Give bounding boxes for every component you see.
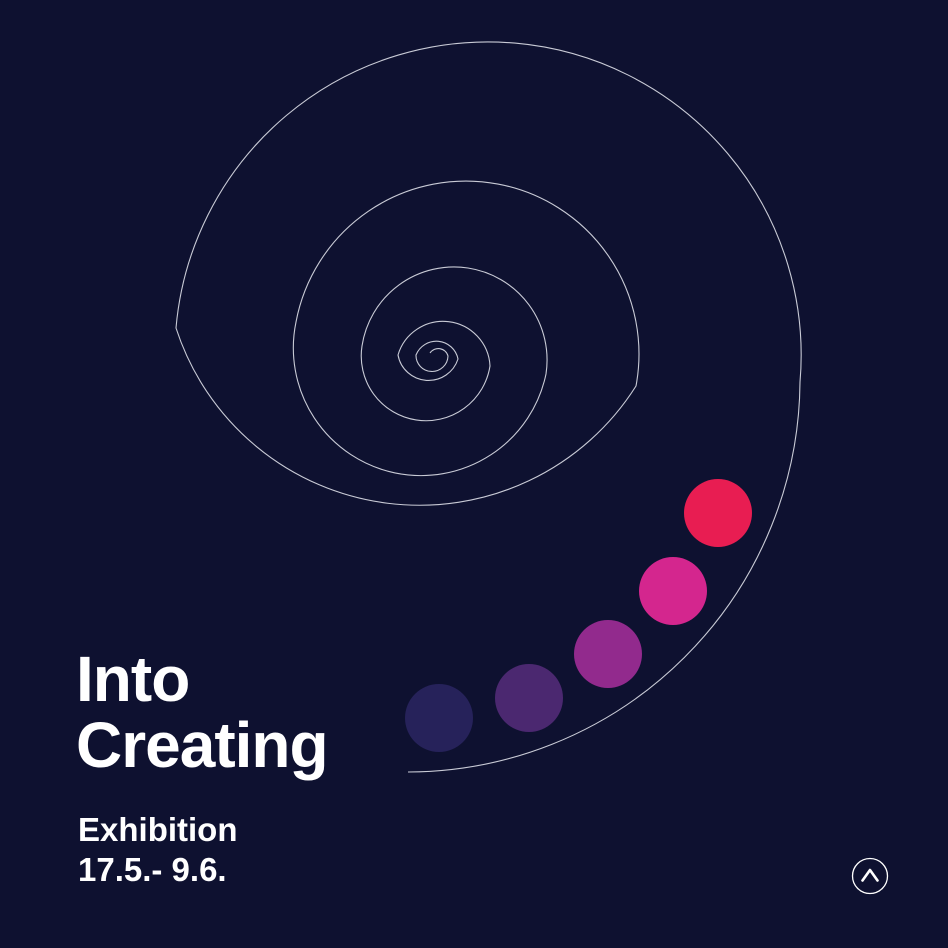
dot-1 xyxy=(684,479,752,547)
poster-title: Into Creating xyxy=(76,643,329,781)
caret-up-circle-icon xyxy=(851,857,889,895)
title-line-1: Into xyxy=(76,643,190,715)
event-dates: 17.5.- 9.6. xyxy=(78,851,227,888)
dot-4 xyxy=(495,664,563,732)
poster: Into Creating Exhibition 17.5.- 9.6. xyxy=(0,0,948,948)
dot-5 xyxy=(405,684,473,752)
event-info: Exhibition 17.5.- 9.6. xyxy=(78,810,238,890)
spiral-graphic xyxy=(175,41,802,773)
event-type: Exhibition xyxy=(78,811,238,848)
title-line-2: Creating xyxy=(76,709,329,781)
dot-2 xyxy=(639,557,707,625)
dot-3 xyxy=(574,620,642,688)
